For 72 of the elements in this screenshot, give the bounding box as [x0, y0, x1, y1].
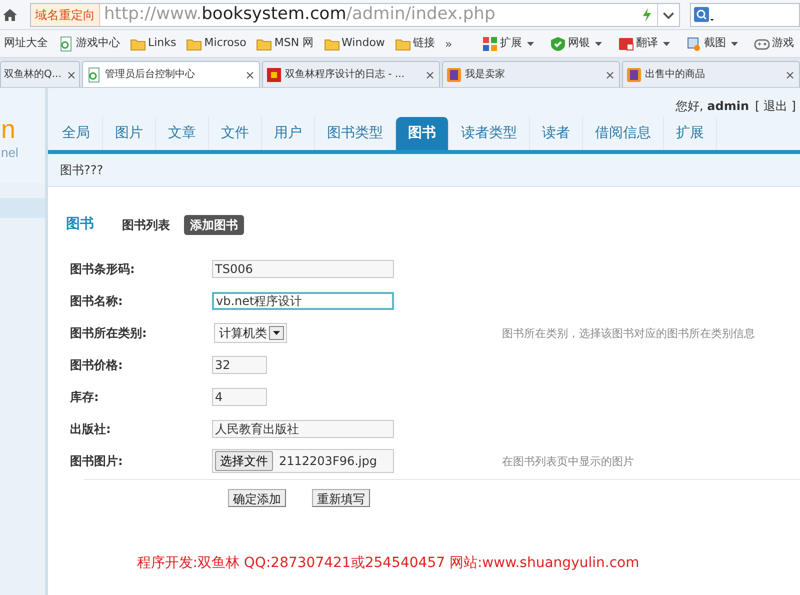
subtab[interactable]: 添加图书 — [184, 214, 244, 234]
caret-icon[interactable] — [595, 42, 602, 46]
caret-icon[interactable] — [527, 42, 534, 46]
redirect-badge: 域名重定向 — [31, 4, 100, 26]
file-field[interactable]: 选择文件 2112203F96.jpg — [212, 449, 394, 473]
choose-file-button[interactable]: 选择文件 — [215, 451, 273, 471]
browser-tab[interactable]: 双鱼林程序设计的日志 - ... × — [262, 61, 440, 87]
field-label: 出版社: — [70, 421, 112, 438]
logout-link[interactable]: [ 退出 ] — [755, 97, 796, 115]
nav-tab[interactable]: 图书 — [396, 117, 449, 150]
toolbar-button[interactable]: 截图 — [704, 35, 738, 52]
toolbar-button[interactable]: 网银 — [568, 35, 602, 52]
section-title: 图书 — [66, 215, 94, 234]
bookmark-link[interactable]: MSN 网 — [274, 35, 314, 52]
footer-credits: 程序开发:双鱼林 QQ:287307421或254540457 网站:www.shuangyulin.com — [136, 554, 640, 573]
field-hint: 图书所在类别，选择该图书对应的图书所在类别信息 — [502, 326, 755, 340]
bookmark-link[interactable]: 游戏中心 — [76, 35, 120, 52]
input-field[interactable]: 32 — [212, 356, 267, 374]
breadcrumb-text: 图书??? — [60, 162, 104, 179]
file-name: 2112203F96.jpg — [279, 453, 377, 470]
close-tab-button[interactable]: × — [604, 66, 615, 84]
browser-tab[interactable]: 我是卖家 × — [442, 61, 620, 87]
url-text: http://www.booksystem.com/admin/index.php — [104, 2, 496, 26]
more-bookmarks-button[interactable]: » — [444, 34, 452, 52]
field-label: 图书条形码: — [70, 261, 136, 278]
input-field[interactable]: 人民教育出版社 — [212, 420, 394, 438]
shop-icon — [446, 66, 462, 82]
browser-tab[interactable]: 双鱼林的Q... × — [0, 61, 80, 87]
search-icon[interactable] — [693, 6, 715, 24]
form-button[interactable]: 确定添加 — [228, 489, 286, 507]
close-tab-button[interactable]: × — [784, 66, 795, 84]
page-icon — [58, 36, 74, 52]
close-tab-button[interactable]: × — [66, 66, 76, 84]
logo-subtitle: nel — [1, 144, 18, 162]
home-icon[interactable] — [2, 6, 18, 22]
close-tab-button[interactable]: × — [244, 66, 255, 84]
bookmark-link[interactable]: 链接 — [412, 35, 435, 52]
field-label: 图书价格: — [70, 357, 124, 374]
browser-tab[interactable]: 管理员后台控制中心 × — [82, 61, 260, 87]
category-dropdown[interactable]: 计算机类 — [214, 323, 287, 343]
input-field[interactable]: vb.net程序设计 — [212, 292, 394, 310]
browser-tab[interactable]: 出售中的商品 × — [622, 61, 800, 87]
bookmark-link[interactable]: Window — [342, 35, 385, 52]
square-icon — [266, 66, 282, 82]
shop-icon — [626, 66, 642, 82]
subtab[interactable]: 图书列表 — [116, 214, 176, 234]
bookmark-link[interactable]: Microso — [204, 35, 246, 52]
caret-icon[interactable] — [731, 42, 738, 46]
greeting-text: 您好, admin — [676, 98, 749, 115]
shield-icon — [550, 36, 566, 52]
toolbar-button[interactable]: 游戏 — [772, 35, 794, 52]
field-label: 图书名称: — [70, 293, 124, 310]
field-label: 图书图片: — [70, 453, 124, 470]
toolbar-button[interactable]: 翻译 — [636, 35, 670, 52]
bookmark-link[interactable]: Links — [148, 35, 176, 52]
lightning-icon[interactable] — [641, 6, 653, 22]
close-tab-button[interactable]: × — [424, 66, 435, 84]
grid-icon — [482, 36, 498, 52]
field-label: 库存: — [70, 389, 100, 406]
input-field[interactable]: 4 — [212, 388, 267, 406]
logo-letter: n — [1, 115, 16, 143]
field-hint: 在图书列表页中显示的图片 — [502, 454, 634, 468]
page-icon — [86, 66, 102, 82]
toolbar-button[interactable]: 扩展 — [500, 35, 534, 52]
address-bar[interactable]: 域名重定向 http://www.booksystem.com/admin/index.php — [30, 2, 680, 26]
caret-icon[interactable] — [663, 42, 670, 46]
field-label: 图书所在类别: — [70, 325, 148, 342]
bookmark-link[interactable]: 网址大全 — [4, 35, 48, 52]
dropdown-icon[interactable] — [269, 326, 284, 340]
form-button[interactable]: 重新填写 — [312, 489, 370, 507]
search-field[interactable] — [690, 2, 800, 26]
input-field[interactable]: TS006 — [212, 260, 394, 278]
